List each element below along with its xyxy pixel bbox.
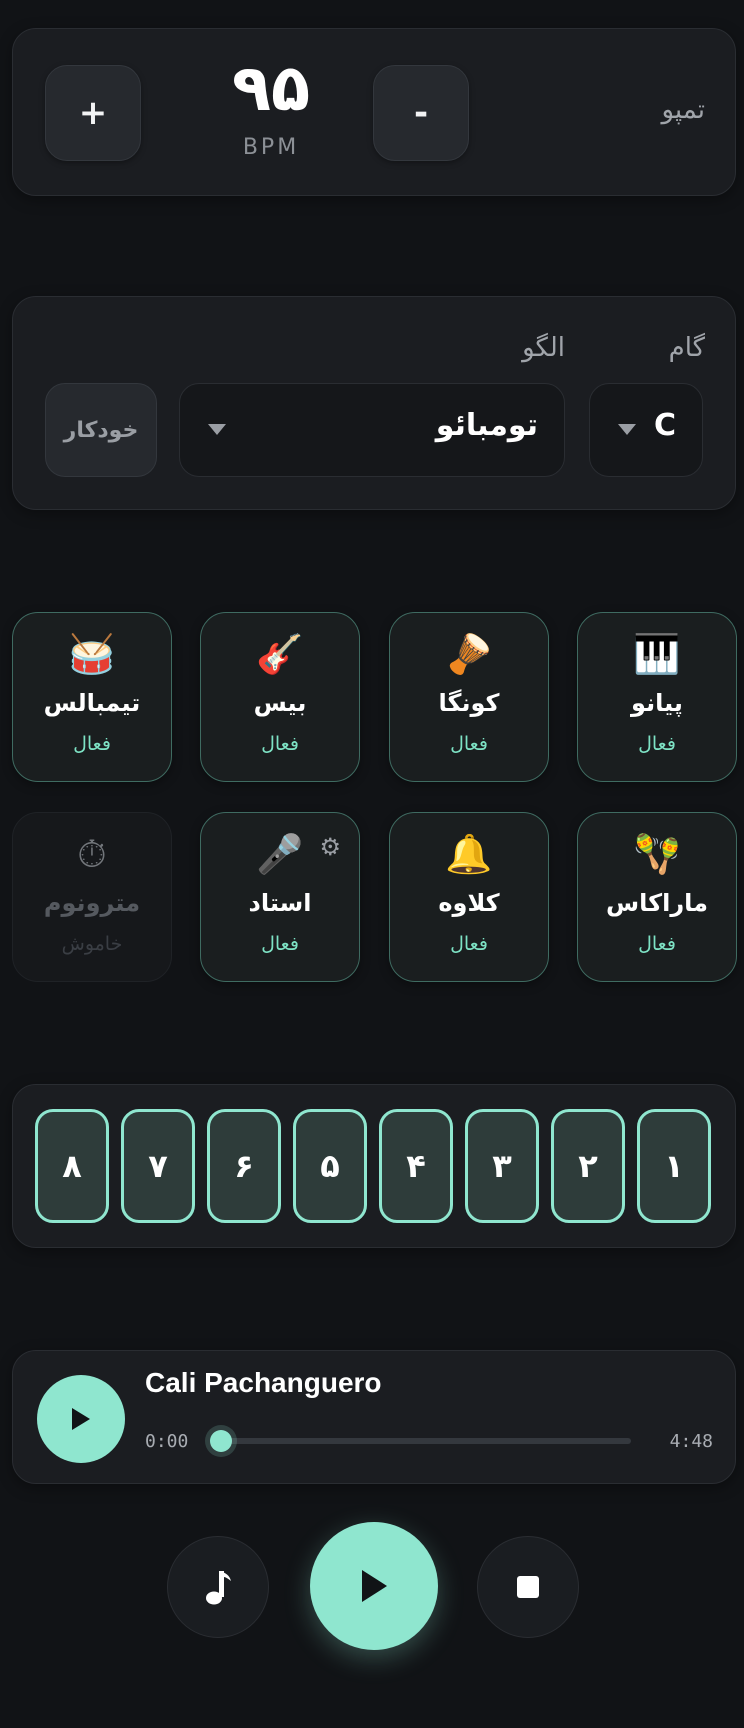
- total-time: 4:48: [669, 1431, 713, 1452]
- instrument-status: فعال: [450, 733, 488, 755]
- step-button[interactable]: ۶: [207, 1109, 281, 1223]
- maracas-icon: 🪇: [633, 832, 681, 876]
- auto-button[interactable]: خودکار: [45, 383, 157, 477]
- instrument-name: کلاوه: [438, 889, 500, 917]
- key-label: گام: [668, 333, 705, 363]
- stop-button[interactable]: [477, 1536, 579, 1638]
- chevron-down-icon: [208, 424, 226, 435]
- tempo-unit: BPM: [242, 135, 300, 160]
- instrument-name: تیمبالس: [43, 689, 141, 717]
- pattern-select[interactable]: تومبائو: [179, 383, 565, 477]
- microphone-icon: 🎤: [256, 832, 304, 876]
- instrument-status: فعال: [261, 733, 299, 755]
- instrument-status: فعال: [261, 933, 299, 955]
- instrument-status: فعال: [638, 933, 676, 955]
- play-icon: [362, 1570, 387, 1602]
- step-button[interactable]: ۳: [465, 1109, 539, 1223]
- seek-thumb[interactable]: [210, 1430, 232, 1452]
- step-button[interactable]: ۴: [379, 1109, 453, 1223]
- tempo-increase-button[interactable]: +: [45, 65, 141, 161]
- audio-player: Cali Pachanguero 0:00 4:48: [12, 1350, 736, 1484]
- instrument-clave[interactable]: 🔔 کلاوه فعال: [389, 812, 549, 982]
- instrument-master[interactable]: ⚙ 🎤 استاد فعال: [200, 812, 360, 982]
- step-button[interactable]: ۵: [293, 1109, 367, 1223]
- instrument-name: بیس: [253, 689, 307, 717]
- current-time: 0:00: [145, 1431, 189, 1452]
- key-select-value: C: [653, 408, 676, 443]
- play-icon: [72, 1408, 90, 1430]
- chevron-down-icon: [618, 424, 636, 435]
- step-button[interactable]: ۱: [637, 1109, 711, 1223]
- bell-icon: 🔔: [445, 832, 493, 876]
- conga-icon: 🪘: [445, 632, 493, 676]
- instrument-name: استاد: [248, 889, 312, 917]
- step-sequencer: ۱ ۲ ۳ ۴ ۵ ۶ ۷ ۸: [12, 1084, 736, 1248]
- plus-icon: +: [78, 93, 108, 133]
- tempo-label: تمپو: [661, 95, 705, 125]
- instrument-piano[interactable]: 🎹 پیانو فعال: [577, 612, 737, 782]
- instrument-maracas[interactable]: 🪇 ماراکاس فعال: [577, 812, 737, 982]
- instrument-name: ماراکاس: [606, 889, 708, 917]
- instrument-bass[interactable]: 🎸 بیس فعال: [200, 612, 360, 782]
- seek-bar[interactable]: [221, 1438, 631, 1444]
- instrument-name: پیانو: [631, 689, 683, 717]
- music-note-button[interactable]: [167, 1536, 269, 1638]
- tempo-decrease-button[interactable]: -: [373, 65, 469, 161]
- instrument-status: خاموش: [61, 933, 123, 955]
- drum-icon: 🥁: [68, 632, 116, 676]
- stop-icon: [517, 1576, 539, 1598]
- guitar-icon: 🎸: [256, 632, 304, 676]
- instrument-status: فعال: [450, 933, 488, 955]
- auto-button-label: خودکار: [63, 417, 139, 443]
- player-play-button[interactable]: [37, 1375, 125, 1463]
- step-button[interactable]: ۸: [35, 1109, 109, 1223]
- key-pattern-card: گام الگو C تومبائو خودکار: [12, 296, 736, 510]
- key-select[interactable]: C: [589, 383, 703, 477]
- instrument-status: فعال: [638, 733, 676, 755]
- tempo-card: + ۹۵ BPM - تمپو: [12, 28, 736, 196]
- instrument-name: کونگا: [438, 689, 500, 717]
- stopwatch-icon: ⏱: [77, 832, 107, 876]
- step-button[interactable]: ۷: [121, 1109, 195, 1223]
- instrument-conga[interactable]: 🪘 کونگا فعال: [389, 612, 549, 782]
- main-play-button[interactable]: [310, 1522, 438, 1650]
- minus-icon: -: [413, 93, 429, 133]
- music-note-icon: [206, 1571, 231, 1605]
- instrument-timbales[interactable]: 🥁 تیمبالس فعال: [12, 612, 172, 782]
- pattern-label: الگو: [522, 333, 565, 363]
- instrument-metronome[interactable]: ⏱ مترونوم خاموش: [12, 812, 172, 982]
- step-button[interactable]: ۲: [551, 1109, 625, 1223]
- pattern-select-value: تومبائو: [435, 408, 538, 443]
- song-title: Cali Pachanguero: [145, 1367, 382, 1398]
- piano-icon: 🎹: [633, 632, 681, 676]
- tempo-value: ۹۵: [231, 52, 311, 126]
- instrument-status: فعال: [73, 733, 111, 755]
- instrument-name: مترونوم: [43, 889, 141, 917]
